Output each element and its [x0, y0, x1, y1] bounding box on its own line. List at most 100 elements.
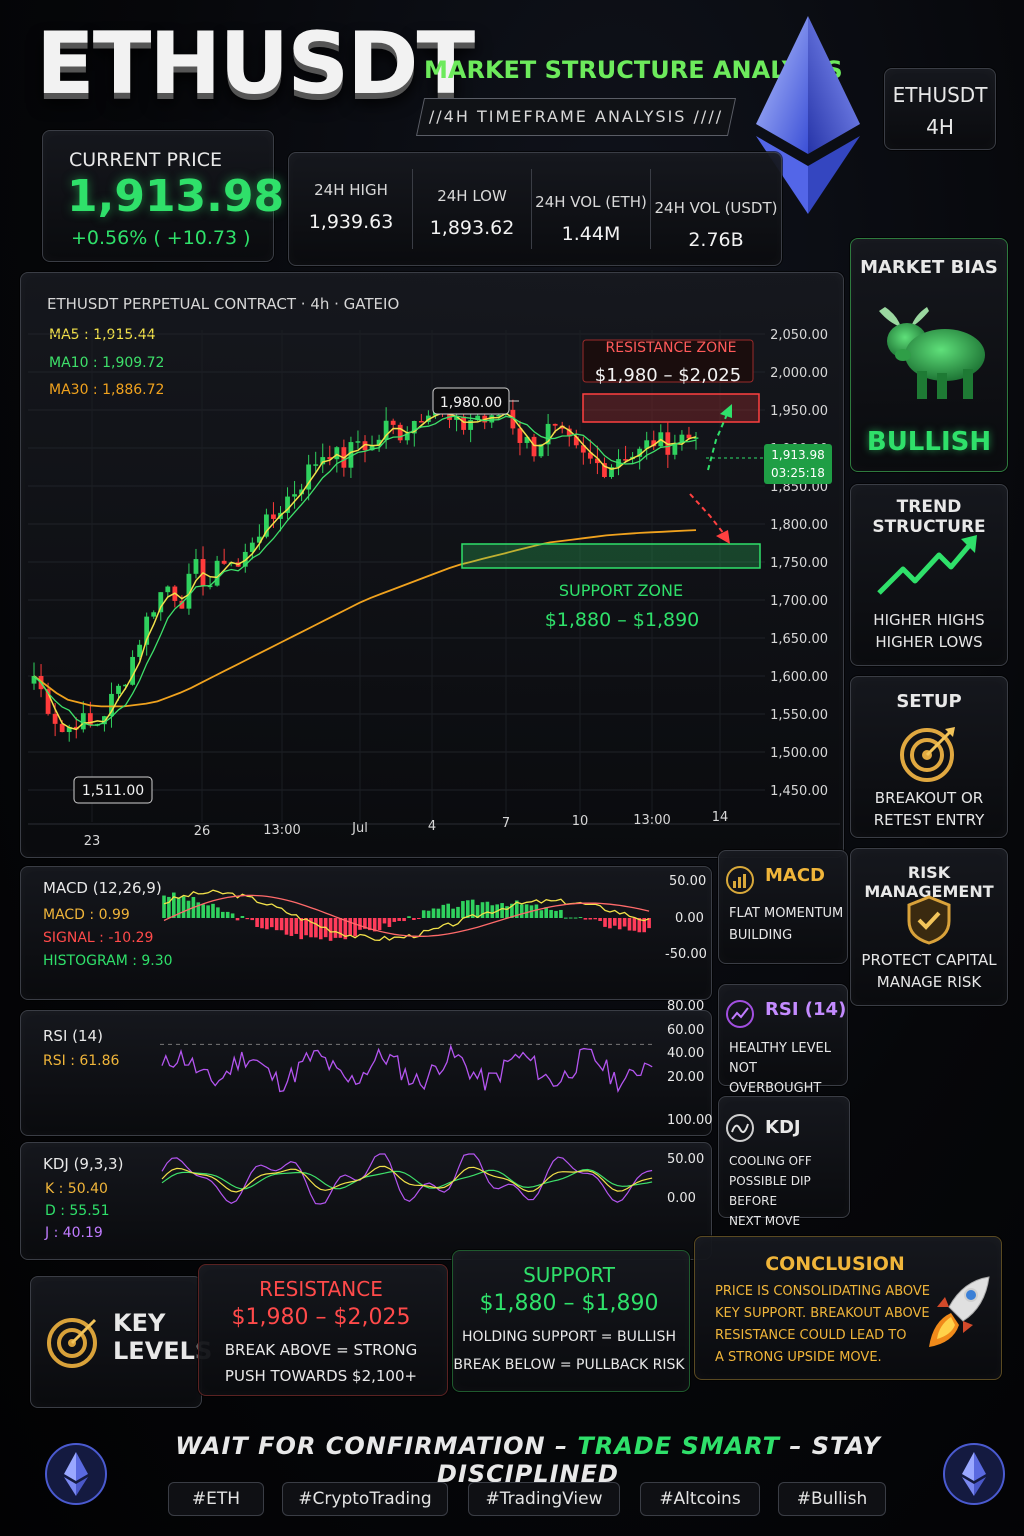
stat-value: 1,893.62	[429, 217, 515, 239]
daily-stats-panel: 24H HIGH 1,939.63 24H LOW 1,893.62 24H V…	[288, 152, 782, 266]
macd-histogram-bar	[270, 918, 274, 928]
macd-histogram-bar	[274, 918, 279, 931]
macd-histogram-bar	[466, 900, 470, 918]
candle-body	[531, 436, 537, 457]
macd-histogram-bar	[421, 910, 426, 918]
last-price-value: 1,913.98	[771, 448, 824, 462]
low-callout: 1,511.00	[82, 783, 144, 799]
setup-line: BREAKOUT OR	[874, 789, 984, 807]
hashtag-tradingview[interactable]: #TradingView	[468, 1482, 620, 1516]
trend-line: HIGHER LOWS	[875, 633, 983, 651]
resistance-card-line: BREAK ABOVE = STRONG	[224, 1341, 418, 1359]
support-zone-range: $1,880 – $1,890	[545, 609, 700, 631]
macd-histogram-bar	[328, 918, 333, 941]
footer-slogan: WAIT FOR CONFIRMATION – TRADE SMART – ST…	[128, 1432, 928, 1488]
hashtag-bullish[interactable]: #Bullish	[778, 1482, 886, 1516]
y-tick-label: 1,750.00	[770, 556, 828, 571]
wave-icon	[726, 1114, 754, 1142]
macd-histogram-bar	[358, 918, 362, 930]
macd-histogram-bar	[240, 915, 245, 918]
x-tick-label: 23	[84, 834, 101, 849]
current-price-card: CURRENT PRICE 1,913.98 +0.56% ( +10.73 )	[42, 130, 284, 262]
macd-histogram-bar	[461, 901, 465, 918]
support-card: SUPPORT $1,880 – $1,890 HOLDING SUPPORT …	[452, 1250, 690, 1392]
hashtag-cryptotrading[interactable]: #CryptoTrading	[282, 1482, 448, 1516]
kdj-card-text: COOLING OFF POSSIBLE DIP BEFORE NEXT MOV…	[729, 1151, 849, 1231]
conclusion-card: CONCLUSION PRICE IS CONSOLIDATING ABOVE …	[694, 1236, 1002, 1380]
rsi-card: RSI (14) HEALTHY LEVEL NOT OVERBOUGHT	[718, 984, 848, 1096]
rsi-axis-80: 80.00	[667, 999, 705, 1014]
support-card-text: HOLDING SUPPORT = BULLISH BREAK BELOW = …	[453, 1323, 685, 1379]
conclusion-text: PRICE IS CONSOLIDATING ABOVE KEY SUPPORT…	[715, 1281, 930, 1369]
conclusion-line: RESISTANCE COULD LEAD TO	[715, 1328, 907, 1343]
candle-body	[165, 586, 171, 593]
market-bias-value: BULLISH	[866, 427, 992, 457]
macd-histogram-bar	[314, 918, 318, 938]
macd-histogram-bar	[456, 906, 460, 918]
y-tick-label: 1,950.00	[770, 404, 828, 419]
stat-value: 1,939.63	[308, 211, 394, 233]
kdj-card-title: KDJ	[765, 1117, 801, 1138]
macd-histogram-bar	[245, 918, 250, 920]
macd-histogram-bar	[181, 896, 186, 918]
macd-histogram-bar	[500, 903, 504, 918]
macd-histogram-bar	[206, 905, 210, 918]
support-card-title: SUPPORT	[523, 1263, 615, 1287]
high-callout: 1,980.00	[440, 395, 502, 411]
rsi-chart	[160, 1043, 656, 1094]
macd-histogram-bar	[284, 918, 289, 935]
hashtag-altcoins[interactable]: #Altcoins	[640, 1482, 760, 1516]
macd-histogram-bar	[162, 895, 166, 918]
candle-body	[151, 612, 157, 617]
candle-body	[552, 423, 558, 426]
macd-histogram-bar	[539, 910, 544, 918]
macd-title: MACD (12,26,9)	[43, 879, 162, 897]
stat-label: 24H VOL (USDT)	[654, 199, 778, 217]
stat-label: 24H LOW	[437, 187, 507, 205]
stat-label: 24H HIGH	[314, 181, 388, 199]
candle-countdown: 03:25:18	[771, 466, 825, 480]
candle-body	[292, 494, 297, 497]
x-tick-label: 26	[194, 824, 211, 839]
macd-histogram-bar	[201, 904, 205, 918]
kdj-card-line: COOLING OFF	[729, 1154, 812, 1168]
resistance-card-line: PUSH TOWARDS $2,100+	[224, 1367, 418, 1385]
macd-histogram-bar	[377, 918, 382, 931]
macd-histogram-bar	[480, 902, 485, 918]
rsi-card-title: RSI (14)	[765, 999, 847, 1020]
macd-histogram-bar	[451, 908, 455, 918]
pair-interval-box: ETHUSDT 4H	[884, 68, 996, 150]
kdj-d-value: D : 55.51	[45, 1203, 110, 1219]
macd-histogram-bar	[564, 917, 568, 919]
macd-histogram-bar	[387, 918, 392, 927]
bar-chart-icon	[726, 866, 754, 894]
macd-histogram-bar	[549, 909, 553, 918]
kdj-j-value: J : 40.19	[45, 1225, 103, 1241]
y-tick-label: 1,600.00	[770, 670, 828, 685]
macd-line	[163, 889, 650, 941]
macd-histogram-bar	[632, 918, 637, 931]
macd-histogram-bar	[436, 908, 441, 918]
conclusion-line: KEY SUPPORT. BREAKOUT ABOVE	[715, 1306, 930, 1321]
x-tick-label: 13:00	[633, 813, 670, 828]
rsi-card-text: HEALTHY LEVEL NOT OVERBOUGHT	[729, 1039, 847, 1099]
kdj-card: KDJ COOLING OFF POSSIBLE DIP BEFORE NEXT…	[718, 1096, 850, 1228]
macd-histogram-bar	[353, 918, 357, 937]
macd-histogram-bar	[588, 918, 593, 920]
macd-histogram-bar	[603, 918, 607, 927]
macd-histogram-bar	[593, 918, 597, 920]
setup-title: SETUP	[896, 691, 962, 712]
support-zone-title: SUPPORT ZONE	[559, 581, 683, 600]
price-chart[interactable]: 2,050.002,000.001,950.001,900.001,850.00…	[20, 272, 842, 856]
macd-card: MACD FLAT MOMENTUM BUILDING	[718, 850, 848, 964]
macd-histogram-bar	[348, 918, 352, 936]
macd-axis-mid: 0.00	[675, 911, 704, 926]
kdj-chart	[161, 1153, 653, 1205]
y-tick-label: 2,050.00	[770, 328, 828, 343]
histogram-value: HISTOGRAM : 9.30	[43, 953, 173, 969]
macd-histogram-bar	[583, 918, 588, 920]
x-tick-label: 10	[572, 814, 589, 829]
hashtag-eth[interactable]: #ETH	[168, 1482, 264, 1516]
rsi-line	[161, 1043, 653, 1094]
rsi-title: RSI (14)	[43, 1027, 103, 1045]
